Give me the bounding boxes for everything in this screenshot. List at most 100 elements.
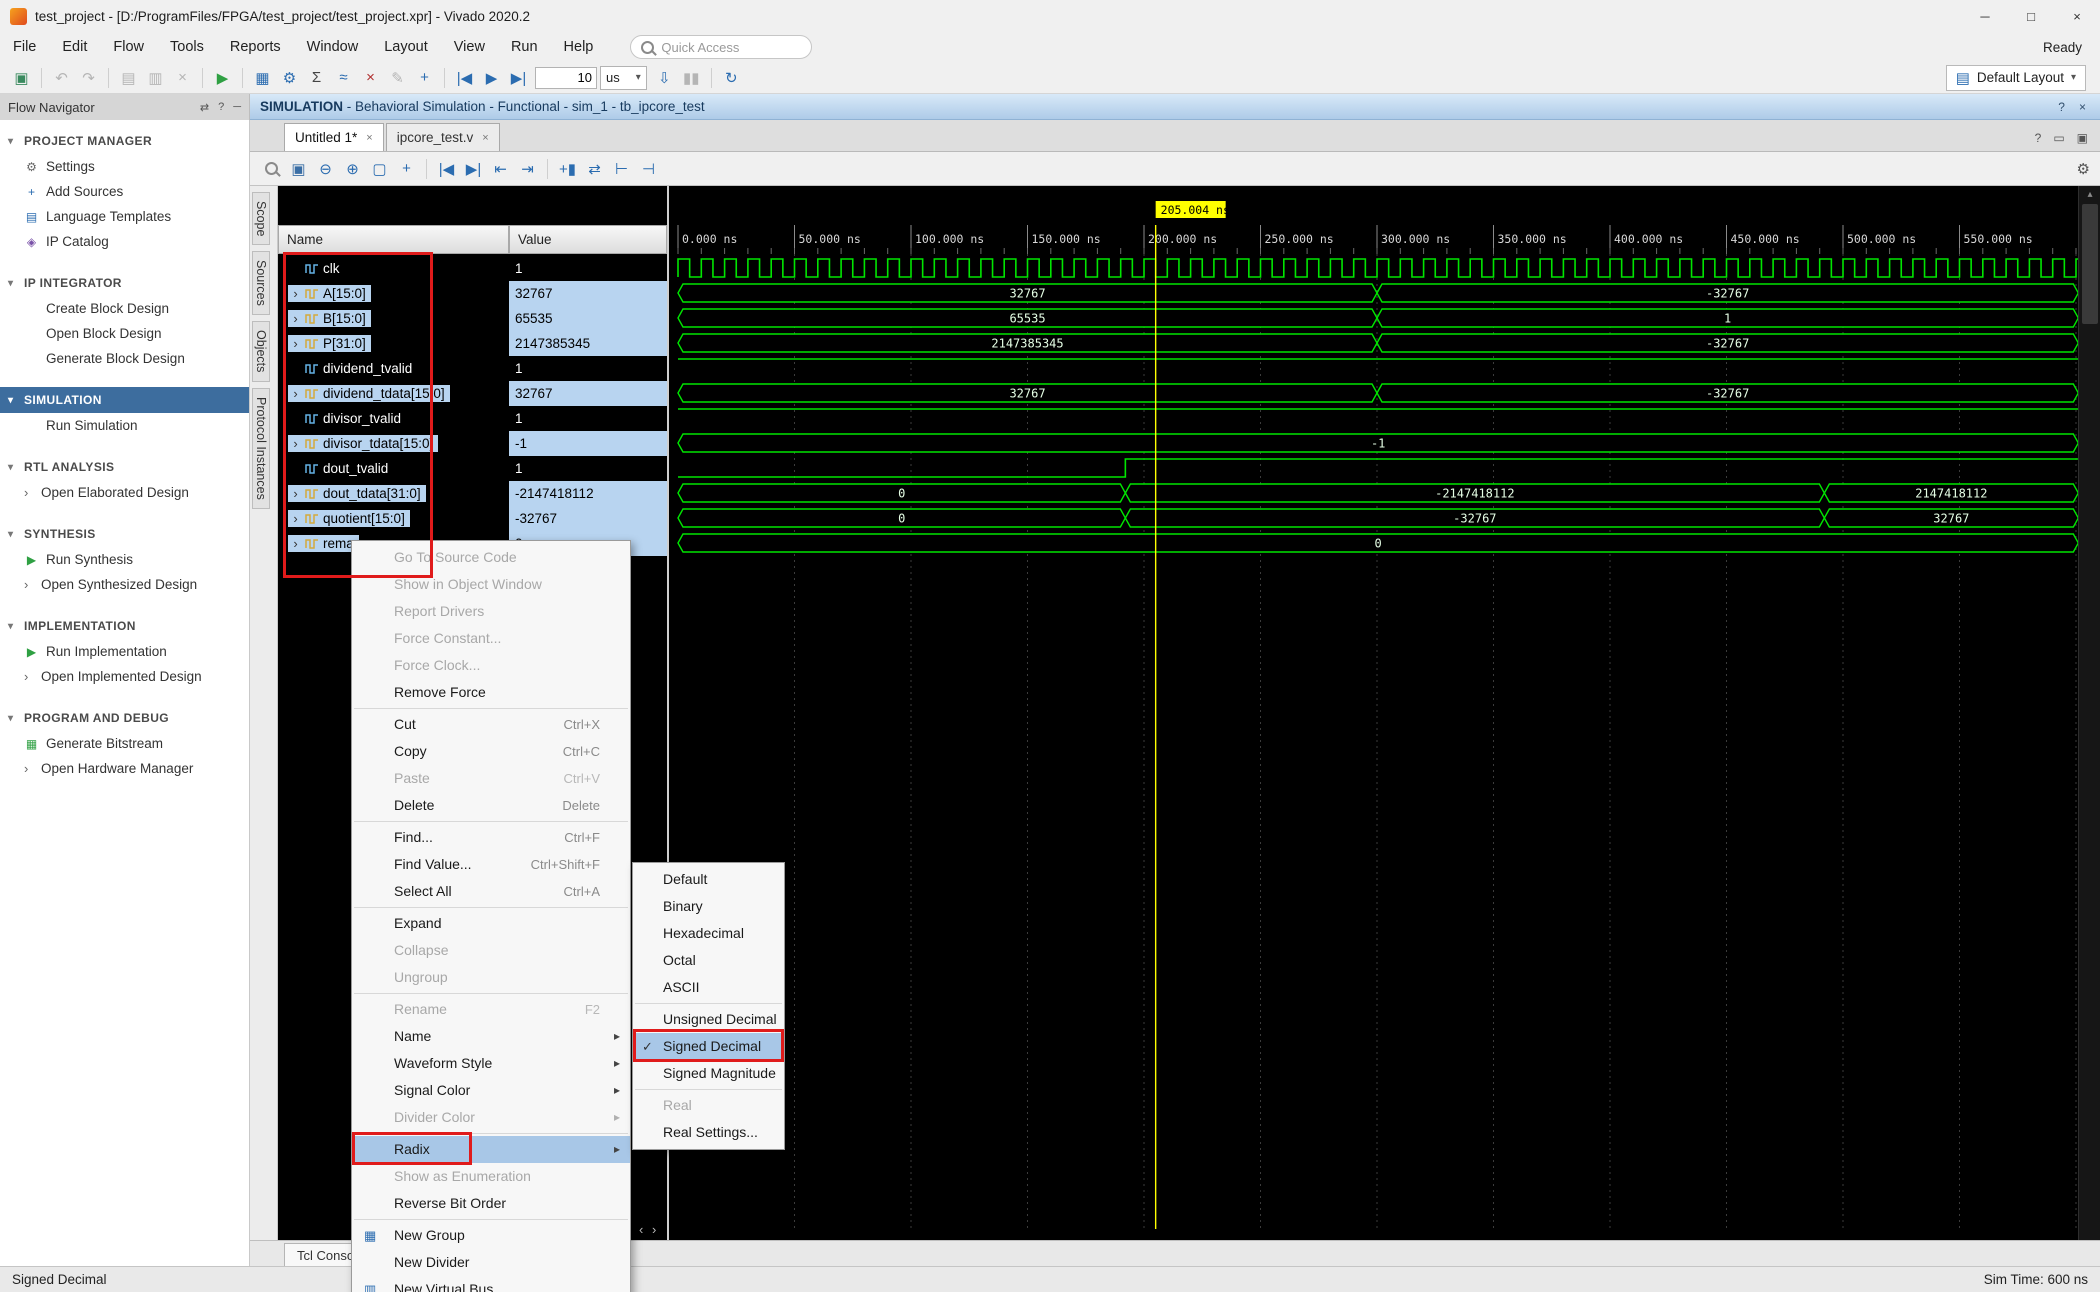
sidebar-item-ip-catalog[interactable]: ◈IP Catalog bbox=[0, 229, 249, 254]
menu-item-expand[interactable]: Expand bbox=[352, 910, 630, 937]
signal-row-a-15-0[interactable]: ›A[15:0] bbox=[278, 281, 509, 306]
wave-zoom-in-button[interactable]: ⊕ bbox=[339, 156, 366, 181]
probe-button[interactable]: + bbox=[411, 65, 438, 90]
flow-section-simulation[interactable]: ▾SIMULATION bbox=[0, 387, 249, 413]
menu-item-real-settings[interactable]: Real Settings... bbox=[633, 1119, 784, 1146]
signal-value-cell[interactable]: 1 bbox=[509, 406, 667, 431]
sidebar-item-run-simulation[interactable]: Run Simulation bbox=[0, 413, 249, 438]
menu-item-ascii[interactable]: ASCII bbox=[633, 974, 784, 1001]
run-for-time-button[interactable]: ⇩ bbox=[651, 65, 678, 90]
menu-view[interactable]: View bbox=[441, 32, 498, 62]
waveform-canvas[interactable]: 0.000 ns50.000 ns100.000 ns150.000 ns200… bbox=[669, 186, 2078, 1240]
save-project-button[interactable]: ▣ bbox=[8, 65, 35, 90]
signal-row-dout-tvalid[interactable]: dout_tvalid bbox=[278, 456, 509, 481]
signal-row-dividend-tvalid[interactable]: dividend_tvalid bbox=[278, 356, 509, 381]
relaunch-button[interactable]: ↻ bbox=[718, 65, 745, 90]
run-button[interactable]: ▶ bbox=[209, 65, 236, 90]
column-header-value[interactable]: Value bbox=[509, 225, 667, 254]
signal-value-cell[interactable]: 1 bbox=[509, 256, 667, 281]
scroll-up-icon[interactable]: ▴ bbox=[2079, 186, 2100, 202]
signal-value-cell[interactable]: 32767 bbox=[509, 281, 667, 306]
side-tab-sources[interactable]: Sources bbox=[252, 251, 270, 315]
signal-value-cell[interactable]: 32767 bbox=[509, 381, 667, 406]
wave-snap-left-button[interactable]: ⊢ bbox=[608, 156, 635, 181]
simulation-time-input[interactable] bbox=[535, 67, 597, 89]
signal-row-divisor-tvalid[interactable]: divisor_tvalid bbox=[278, 406, 509, 431]
menu-item-waveform-style[interactable]: Waveform Style▸ bbox=[352, 1050, 630, 1077]
menu-item-signed-magnitude[interactable]: Signed Magnitude bbox=[633, 1060, 784, 1087]
menu-tools[interactable]: Tools bbox=[157, 32, 217, 62]
menu-item-octal[interactable]: Octal bbox=[633, 947, 784, 974]
signal-row-p-31-0[interactable]: ›P[31:0] bbox=[278, 331, 509, 356]
signal-value-cell[interactable]: 65535 bbox=[509, 306, 667, 331]
close-button[interactable]: × bbox=[2054, 0, 2100, 32]
banner-help-icon[interactable]: ? bbox=[2058, 100, 2065, 114]
layout-select[interactable]: ▤ Default Layout ▾ bbox=[1946, 65, 2086, 91]
sidebar-item-add-sources[interactable]: +Add Sources bbox=[0, 179, 249, 204]
expand-icon[interactable]: › bbox=[290, 536, 301, 551]
signal-row-clk[interactable]: clk bbox=[278, 256, 509, 281]
tabbar-help-icon[interactable]: ? bbox=[2035, 131, 2042, 145]
menu-item-select-all[interactable]: Select AllCtrl+A bbox=[352, 878, 630, 905]
expand-icon[interactable]: › bbox=[290, 386, 301, 401]
signal-value-cell[interactable]: 1 bbox=[509, 456, 667, 481]
wave-swap-cursors-button[interactable]: ⇄ bbox=[581, 156, 608, 181]
wave-zoom-to-cursor-button[interactable]: + bbox=[393, 156, 420, 181]
menu-item-find[interactable]: Find...Ctrl+F bbox=[352, 824, 630, 851]
signal-value-cell[interactable]: 2147385345 bbox=[509, 331, 667, 356]
restart-button[interactable]: |◀ bbox=[451, 65, 478, 90]
menu-item-new-virtual-bus[interactable]: ▥New Virtual Bus bbox=[352, 1276, 630, 1292]
menu-item-reverse-bit-order[interactable]: Reverse Bit Order bbox=[352, 1190, 630, 1217]
wave-snap-right-button[interactable]: ⊣ bbox=[635, 156, 662, 181]
fn-help-icon[interactable]: ? bbox=[218, 101, 224, 114]
menu-run[interactable]: Run bbox=[498, 32, 551, 62]
menu-item-find-value[interactable]: Find Value...Ctrl+Shift+F bbox=[352, 851, 630, 878]
wave-zoom-fit-button[interactable]: ▢ bbox=[366, 156, 393, 181]
fn-minimize-icon[interactable]: ─ bbox=[233, 101, 241, 114]
side-tab-protocol-instances[interactable]: Protocol Instances bbox=[252, 388, 270, 509]
maximize-button[interactable]: □ bbox=[2008, 0, 2054, 32]
close-icon[interactable]: × bbox=[482, 132, 488, 144]
menu-edit[interactable]: Edit bbox=[49, 32, 100, 62]
wave-previous-transition-button[interactable]: ⇤ bbox=[487, 156, 514, 181]
expand-icon[interactable]: › bbox=[290, 336, 301, 351]
sum-button[interactable]: Σ bbox=[303, 65, 330, 90]
sidebar-item-run-implementation[interactable]: ▶Run Implementation bbox=[0, 639, 249, 664]
menu-reports[interactable]: Reports bbox=[217, 32, 294, 62]
reports-dashboard-button[interactable]: ▦ bbox=[249, 65, 276, 90]
expand-icon[interactable]: › bbox=[290, 486, 301, 501]
expand-icon[interactable]: › bbox=[290, 436, 301, 451]
close-icon[interactable]: × bbox=[366, 132, 372, 144]
menu-item-signal-color[interactable]: Signal Color▸ bbox=[352, 1077, 630, 1104]
sidebar-item-language-templates[interactable]: ▤Language Templates bbox=[0, 204, 249, 229]
signal-row-quotient-15-0[interactable]: ›quotient[15:0] bbox=[278, 506, 509, 531]
wave-next-transition-button[interactable]: ⇥ bbox=[514, 156, 541, 181]
wave-go-to-time-0-button[interactable]: |◀ bbox=[433, 156, 460, 181]
menu-window[interactable]: Window bbox=[294, 32, 372, 62]
signal-value-cell[interactable]: -2147418112 bbox=[509, 481, 667, 506]
sidebar-item-create-block-design[interactable]: Create Block Design bbox=[0, 296, 249, 321]
sidebar-item-generate-block-design[interactable]: Generate Block Design bbox=[0, 346, 249, 371]
scrollbar-thumb[interactable] bbox=[2082, 204, 2098, 324]
expand-icon[interactable]: › bbox=[290, 286, 301, 301]
menu-file[interactable]: File bbox=[0, 32, 49, 62]
breakpoint-button[interactable]: × bbox=[357, 65, 384, 90]
signal-value-cell[interactable]: -32767 bbox=[509, 506, 667, 531]
sidebar-item-open-hardware-manager[interactable]: ›Open Hardware Manager bbox=[0, 756, 249, 781]
sidebar-item-open-block-design[interactable]: Open Block Design bbox=[0, 321, 249, 346]
flow-section-ip-integrator[interactable]: ▾IP INTEGRATOR bbox=[0, 270, 249, 296]
signal-value-cell[interactable]: -1 bbox=[509, 431, 667, 456]
side-tab-objects[interactable]: Objects bbox=[252, 321, 270, 381]
menu-item-binary[interactable]: Binary bbox=[633, 893, 784, 920]
flow-section-program-and-debug[interactable]: ▾PROGRAM AND DEBUG bbox=[0, 705, 249, 731]
wave-zoom-out-button[interactable]: ⊖ bbox=[312, 156, 339, 181]
expand-icon[interactable]: › bbox=[290, 511, 301, 526]
minimize-button[interactable]: ─ bbox=[1962, 0, 2008, 32]
settings-gear-button[interactable]: ⚙ bbox=[276, 65, 303, 90]
menu-item-delete[interactable]: DeleteDelete bbox=[352, 792, 630, 819]
flow-section-synthesis[interactable]: ▾SYNTHESIS bbox=[0, 521, 249, 547]
menu-item-new-group[interactable]: ▦New Group bbox=[352, 1222, 630, 1249]
wave-find-button[interactable] bbox=[258, 156, 285, 181]
step-button[interactable]: ▶| bbox=[505, 65, 532, 90]
sidebar-item-open-elaborated-design[interactable]: ›Open Elaborated Design bbox=[0, 480, 249, 505]
